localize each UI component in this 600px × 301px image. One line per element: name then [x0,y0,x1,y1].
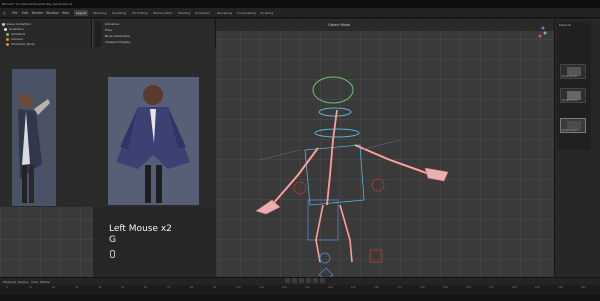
material-name: Material.001 [562,75,578,78]
timeline-tick: 10 [29,286,33,289]
timeline-tick: 170 [397,286,402,289]
prev-keyframe-button[interactable] [292,278,297,283]
left-hand-bone[interactable] [255,199,281,215]
timeline-tick: 80 [190,286,194,289]
foot-control[interactable] [319,252,331,264]
right-arm-bone[interactable] [354,144,433,176]
material-name: Material.002 [562,99,578,102]
timeline-tick: 250 [581,286,586,289]
timeline-tick: 50 [121,286,125,289]
material-item[interactable]: Material.001 [560,64,586,79]
neck-control[interactable] [318,107,352,117]
timeline-tick: 150 [351,286,356,289]
timeline-tick: 40 [98,286,102,289]
left-leg-bone[interactable] [315,204,324,263]
timeline-tick: 110 [259,286,264,289]
ik-control-red[interactable] [293,181,307,195]
material-name: Material.003 [562,129,578,132]
left-arm-bone[interactable] [271,147,319,206]
material-header: Material [559,23,572,27]
right-leg-bone[interactable] [339,204,353,263]
timeline-tick: 100 [236,286,241,289]
jump-start-button[interactable] [285,278,290,283]
next-keyframe-button[interactable] [313,278,318,283]
ik-control-red[interactable] [371,178,385,192]
timeline-tick: 230 [535,286,540,289]
chest-control[interactable] [314,128,360,138]
timeline-tick: 190 [443,286,448,289]
material-browser: Material Material.001 Material.002 Mater… [557,22,591,150]
timeline-tick: 130 [305,286,310,289]
timeline-track[interactable]: 0 10 20 30 40 50 60 70 80 90 100 110 120 130 140 150 160… [0,285,600,295]
timeline-tick: 160 [374,286,379,289]
head-control[interactable] [312,76,354,104]
gizmo-z-icon[interactable] [541,26,545,30]
timeline-tick: 240 [558,286,563,289]
material-item[interactable]: Material.003 [560,118,586,133]
status-bar [0,295,600,301]
timeline-tick: 120 [282,286,287,289]
bone-relationship-line [259,139,401,161]
timeline-tick: 60 [144,286,148,289]
timeline-tick: 0 [6,286,8,289]
timeline-tick: 20 [52,286,56,289]
timeline-tick: 30 [75,286,79,289]
timeline-tick: 90 [213,286,217,289]
timeline-tick: 180 [420,286,425,289]
jump-end-button[interactable] [320,278,325,283]
timeline-tick: 70 [167,286,171,289]
gizmo-x-icon[interactable] [538,34,542,38]
timeline-tick: 220 [512,286,517,289]
play-button[interactable] [306,278,311,283]
timeline-tick: 140 [328,286,333,289]
gizmo-y-icon[interactable] [543,31,547,35]
material-item[interactable]: Material.002 [560,88,586,103]
timeline-tick: 200 [466,286,471,289]
play-reverse-button[interactable] [299,278,304,283]
right-hand-bone[interactable] [424,167,449,182]
armature-rig[interactable] [0,0,600,301]
spine-bone[interactable] [326,109,338,206]
timeline-tick: 210 [489,286,494,289]
foot-control[interactable] [369,249,383,263]
